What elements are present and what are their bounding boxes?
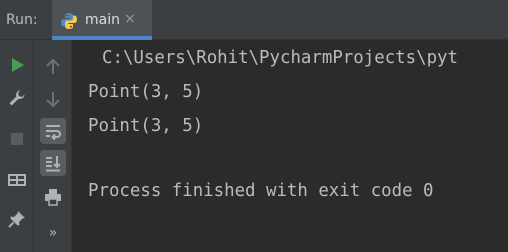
soft-wrap-icon[interactable] [42,120,64,142]
run-toolbar-primary [0,40,34,252]
wrench-icon[interactable] [6,87,28,109]
pin-icon[interactable] [6,208,28,230]
print-icon[interactable] [42,186,64,208]
tab-label: main [85,12,120,28]
rerun-icon[interactable] [6,54,28,76]
run-label: Run: [6,12,38,28]
run-tab-bar: Run: main × [0,0,508,40]
console-output[interactable]: C:\Users\Rohit\PycharmProjects\pyt Point… [72,40,508,252]
up-arrow-icon[interactable] [42,56,64,78]
output-line: Point(3, 5) [88,82,204,102]
more-icon[interactable]: » [42,222,64,244]
process-finished-message: Process finished with exit code 0 [88,181,434,201]
close-icon[interactable]: × [124,11,136,27]
layout-icon[interactable] [6,169,28,191]
command-path: C:\Users\Rohit\PycharmProjects\pyt [102,48,458,68]
stop-icon[interactable] [6,128,28,150]
scroll-to-end-icon[interactable] [42,152,64,174]
output-line: Point(3, 5) [88,116,204,136]
down-arrow-icon[interactable] [42,88,64,110]
run-toolbar-secondary: » [34,40,72,252]
python-icon [60,12,78,30]
